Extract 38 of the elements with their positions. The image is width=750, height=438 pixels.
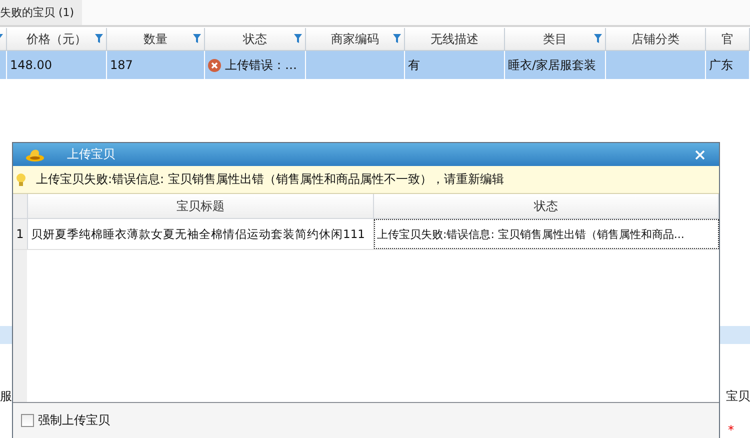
- close-icon: [695, 150, 705, 160]
- table-cell: 148.00: [10, 58, 52, 72]
- window-title: 上传宝贝: [67, 146, 116, 163]
- filter-icon: [294, 34, 302, 43]
- table-cell[interactable]: 上传宝贝失败:错误信息: 宝贝销售属性出错（销售属性和商品...: [374, 219, 719, 249]
- table-cell: 睡衣/家居服套装: [508, 56, 596, 74]
- filter-icon: [193, 34, 201, 43]
- required-mark: *: [728, 423, 734, 437]
- column-header[interactable]: 状态: [374, 194, 719, 218]
- row-number: 1: [13, 219, 28, 249]
- filter-icon: [95, 34, 103, 43]
- checkbox[interactable]: [21, 414, 34, 427]
- column-header[interactable]: 官: [706, 28, 750, 50]
- table-cell: 187: [110, 58, 133, 72]
- filter-icon: [594, 34, 602, 43]
- checkbox-label[interactable]: 强制上传宝贝: [38, 412, 110, 429]
- error-icon: [208, 58, 221, 72]
- column-header[interactable]: 类目: [505, 28, 606, 50]
- column-header[interactable]: 无线描述: [405, 28, 505, 50]
- error-message: 上传宝贝失败:错误信息: 宝贝销售属性出错（销售属性和商品属性不一致），请重新编辑: [36, 171, 504, 188]
- table-cell: 有: [408, 56, 420, 74]
- column-header[interactable]: 数量: [107, 28, 205, 50]
- tab[interactable]: 失败的宝贝 (1): [0, 0, 82, 25]
- column-header[interactable]: 价格（元）: [7, 28, 107, 50]
- table-cell: 广东: [709, 56, 733, 74]
- table-cell: 上传错误：…: [225, 56, 297, 74]
- column-header[interactable]: 商家编码: [306, 28, 405, 50]
- lightbulb-icon: [16, 172, 26, 188]
- close-button[interactable]: [693, 148, 707, 162]
- column-header[interactable]: 宝贝标题: [28, 194, 374, 218]
- table-cell: 贝妍夏季纯棉睡衣薄款女夏无袖全棉情侣运动套装简约休闲111: [28, 219, 374, 249]
- field-label: 服: [0, 388, 12, 405]
- hat-icon: [25, 148, 45, 162]
- filter-icon: [393, 34, 401, 43]
- table-row[interactable]: 148.00 187 上传错误：… 有 睡衣/家居服套装 广东: [0, 51, 750, 79]
- column-header[interactable]: 状态: [205, 28, 306, 50]
- field-label: 宝贝: [726, 388, 750, 405]
- column-header[interactable]: 店铺分类: [606, 28, 706, 50]
